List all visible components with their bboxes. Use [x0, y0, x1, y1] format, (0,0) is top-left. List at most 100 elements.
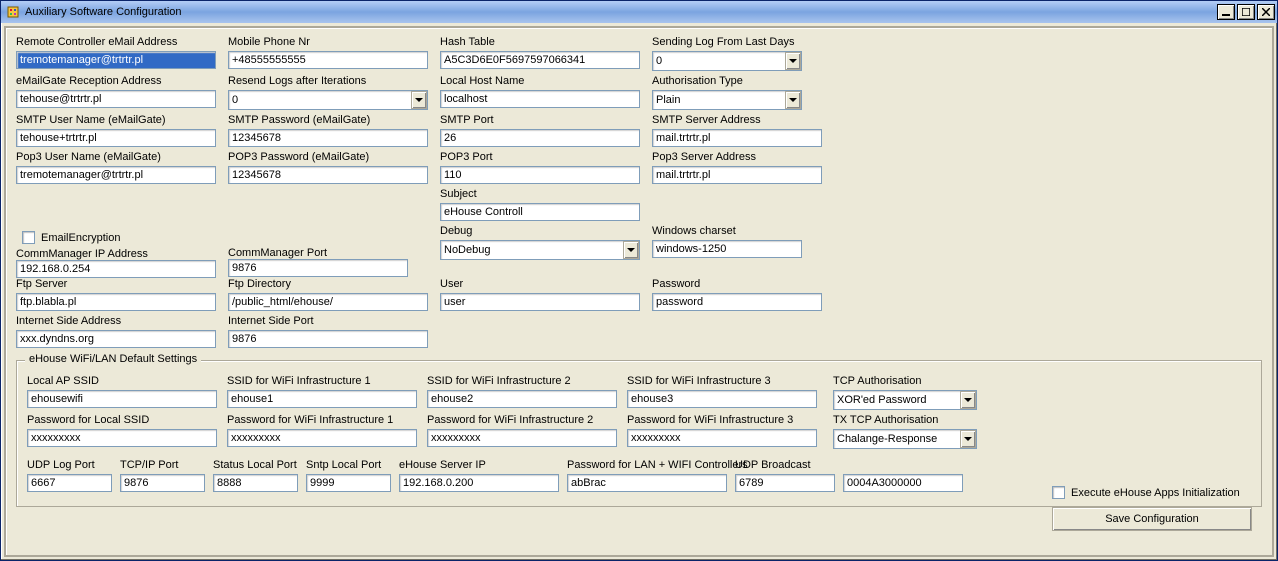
- pass1-input[interactable]: [227, 429, 417, 447]
- pop3-server-input[interactable]: [652, 166, 822, 184]
- remote-email-input[interactable]: [16, 51, 216, 69]
- sntp-port-input[interactable]: [306, 474, 391, 492]
- app-icon: [5, 4, 21, 20]
- ssid3-input[interactable]: [627, 390, 817, 408]
- subject-input[interactable]: [440, 203, 640, 221]
- send-log-days-select[interactable]: [652, 51, 802, 71]
- status-port-input[interactable]: [213, 474, 298, 492]
- label-pass2: Password for WiFi Infrastructure 2: [427, 414, 617, 428]
- udp-log-input[interactable]: [27, 474, 112, 492]
- label-ftp-dir: Ftp Directory: [228, 278, 428, 292]
- label-auth-type: Authorisation Type: [652, 75, 852, 89]
- label-subject: Subject: [440, 188, 640, 202]
- label-udp-bcast: UDP Broadcast: [735, 459, 835, 473]
- label-tcp-auth: TCP Authorisation: [833, 375, 977, 389]
- label-tx-tcp-auth: TX TCP Authorisation: [833, 414, 977, 428]
- label-udp-log: UDP Log Port: [27, 459, 112, 473]
- label-smtp-port: SMTP Port: [440, 114, 640, 128]
- minimize-button[interactable]: [1217, 4, 1235, 20]
- chevron-down-icon[interactable]: [785, 91, 801, 109]
- label-smtp-pass: SMTP Password (eMailGate): [228, 114, 428, 128]
- smtp-pass-input[interactable]: [228, 129, 428, 147]
- chevron-down-icon[interactable]: [960, 391, 976, 409]
- label-smtp-server: SMTP Server Address: [652, 114, 852, 128]
- label-inet-addr: Internet Side Address: [16, 315, 216, 329]
- label-exec-init: Execute eHouse Apps Initialization: [1071, 487, 1240, 499]
- window-buttons: [1217, 4, 1275, 20]
- label-smtp-user: SMTP User Name (eMailGate): [16, 114, 216, 128]
- exec-init-checkbox[interactable]: [1052, 486, 1065, 499]
- label-mobile: Mobile Phone Nr: [228, 36, 428, 50]
- label-cm-ip: CommManager IP Address: [16, 248, 148, 260]
- label-pop3-port: POP3 Port: [440, 151, 640, 165]
- label-user: User: [440, 278, 640, 292]
- udp-bcast-input[interactable]: [735, 474, 835, 492]
- user-input[interactable]: [440, 293, 640, 311]
- inet-addr-input[interactable]: [16, 330, 216, 348]
- debug-select[interactable]: [440, 240, 640, 260]
- label-win-charset: Windows charset: [652, 225, 852, 239]
- label-emailgate-recv: eMailGate Reception Address: [16, 75, 216, 89]
- label-remote-email: Remote Controller eMail Address: [16, 36, 216, 50]
- ftp-server-input[interactable]: [16, 293, 216, 311]
- mac-prefix-input[interactable]: [843, 474, 963, 492]
- label-email-encryption: EmailEncryption: [41, 232, 120, 244]
- pass3-input[interactable]: [627, 429, 817, 447]
- win-charset-input[interactable]: [652, 240, 802, 258]
- label-pop3-user: Pop3 User Name (eMailGate): [16, 151, 216, 165]
- emailgate-recv-input[interactable]: [16, 90, 216, 108]
- pass2-input[interactable]: [427, 429, 617, 447]
- mobile-input[interactable]: [228, 51, 428, 69]
- label-pass-lan: Password for LAN + WIFI Controllers: [567, 459, 727, 473]
- hash-input[interactable]: [440, 51, 640, 69]
- chevron-down-icon[interactable]: [411, 91, 427, 109]
- window-title: Auxiliary Software Configuration: [25, 6, 1217, 18]
- label-ehouse-ip: eHouse Server IP: [399, 459, 559, 473]
- save-config-button[interactable]: Save Configuration: [1052, 507, 1252, 531]
- resend-iter-select[interactable]: [228, 90, 428, 110]
- ssid1-input[interactable]: [227, 390, 417, 408]
- pop3-port-input[interactable]: [440, 166, 640, 184]
- cm-ip-input[interactable]: [16, 260, 216, 278]
- ssid2-input[interactable]: [427, 390, 617, 408]
- titlebar: Auxiliary Software Configuration: [1, 1, 1277, 23]
- label-pass-local: Password for Local SSID: [27, 414, 217, 428]
- tcp-auth-select[interactable]: [833, 390, 977, 410]
- tx-tcp-auth-select[interactable]: [833, 429, 977, 449]
- pop3-pass-input[interactable]: [228, 166, 428, 184]
- smtp-user-input[interactable]: [16, 129, 216, 147]
- chevron-down-icon[interactable]: [785, 52, 801, 70]
- ehouse-ip-input[interactable]: [399, 474, 559, 492]
- label-pass3: Password for WiFi Infrastructure 3: [627, 414, 817, 428]
- label-tcpip-port: TCP/IP Port: [120, 459, 205, 473]
- smtp-port-input[interactable]: [440, 129, 640, 147]
- ftp-dir-input[interactable]: [228, 293, 428, 311]
- label-ssid2: SSID for WiFi Infrastructure 2: [427, 375, 617, 389]
- label-resend-iter: Resend Logs after Iterations: [228, 75, 428, 89]
- label-status-port: Status Local Port: [213, 459, 298, 473]
- pop3-user-input[interactable]: [16, 166, 216, 184]
- local-ssid-input[interactable]: [27, 390, 217, 408]
- label-cm-port: CommManager Port: [228, 247, 327, 259]
- pass-local-input[interactable]: [27, 429, 217, 447]
- maximize-button[interactable]: [1237, 4, 1255, 20]
- client-area: Remote Controller eMail Address Mobile P…: [4, 26, 1274, 557]
- config-window: Auxiliary Software Configuration Remote …: [0, 0, 1278, 561]
- label-pop3-server: Pop3 Server Address: [652, 151, 852, 165]
- auth-type-select[interactable]: [652, 90, 802, 110]
- chevron-down-icon[interactable]: [960, 430, 976, 448]
- chevron-down-icon[interactable]: [623, 241, 639, 259]
- close-button[interactable]: [1257, 4, 1275, 20]
- label-password: Password: [652, 278, 852, 292]
- pass-lan-input[interactable]: [567, 474, 727, 492]
- email-encryption-checkbox[interactable]: [22, 231, 35, 244]
- label-local-ssid: Local AP SSID: [27, 375, 217, 389]
- password-input[interactable]: [652, 293, 822, 311]
- right-action-panel: Execute eHouse Apps Initialization Save …: [1052, 486, 1252, 531]
- cm-port-input[interactable]: [228, 259, 408, 277]
- smtp-server-input[interactable]: [652, 129, 822, 147]
- tcpip-port-input[interactable]: [120, 474, 205, 492]
- local-host-input[interactable]: [440, 90, 640, 108]
- label-sntp-port: Sntp Local Port: [306, 459, 391, 473]
- inet-port-input[interactable]: [228, 330, 428, 348]
